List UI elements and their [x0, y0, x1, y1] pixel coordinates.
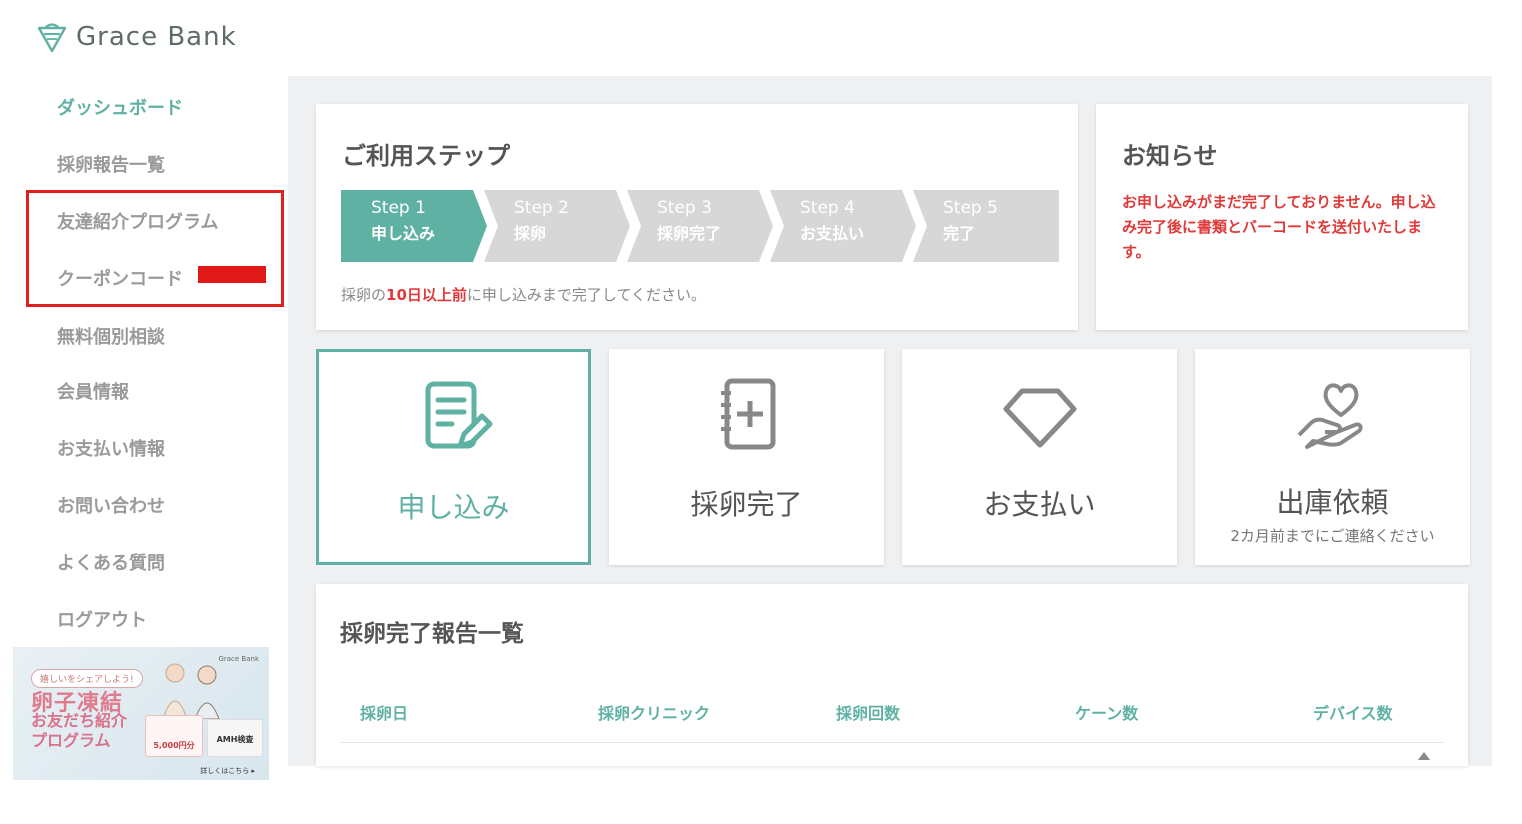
- step-note-pre: 採卵の: [341, 286, 387, 304]
- egg-retrieval-report-table: 採卵完了報告一覧 採卵日 採卵クリニック 採卵回数 ケーン数 デバイス数: [316, 584, 1468, 766]
- column-header-retrieval-count[interactable]: 採卵回数: [836, 700, 900, 724]
- usage-steps-card: ご利用ステップ Step 1 申し込み Step 2 採卵 Step 3 採卵完…: [316, 104, 1078, 330]
- column-header-device-count[interactable]: デバイス数: [1313, 700, 1393, 724]
- step-4: Step 4 お支払い: [770, 190, 916, 262]
- step-5: Step 5 完了: [913, 190, 1059, 262]
- notebook-plus-icon: [720, 378, 775, 450]
- step-2-number: Step 2: [514, 198, 569, 218]
- sidebar-item-member-info[interactable]: 会員情報: [57, 378, 129, 404]
- usage-steps-title: ご利用ステップ: [342, 142, 510, 170]
- action-egg-retrieval-complete-label: 採卵完了: [690, 488, 803, 521]
- sidebar-item-report-list[interactable]: 採卵報告一覧: [57, 151, 165, 177]
- step-4-number: Step 4: [800, 198, 855, 218]
- step-2-label: 採卵: [514, 224, 547, 243]
- action-apply-button[interactable]: 申し込み: [316, 349, 591, 565]
- action-apply-label: 申し込み: [397, 491, 510, 524]
- step-note-emphasis: 10日以上前: [386, 286, 467, 304]
- sidebar-item-logout[interactable]: ログアウト: [57, 606, 147, 632]
- step-2: Step 2 採卵: [484, 190, 630, 262]
- column-header-clinic[interactable]: 採卵クリニック: [598, 700, 710, 724]
- scroll-up-icon[interactable]: [1418, 752, 1430, 760]
- action-payment-button[interactable]: お支払い: [902, 349, 1177, 565]
- table-divider: [340, 742, 1444, 743]
- main-content: ご利用ステップ Step 1 申し込み Step 2 採卵 Step 3 採卵完…: [288, 76, 1492, 766]
- notice-title: お知らせ: [1122, 142, 1218, 170]
- report-table-title: 採卵完了報告一覧: [340, 621, 524, 647]
- annotation-highlight-box: [26, 190, 284, 307]
- step-1: Step 1 申し込み: [341, 190, 487, 262]
- brand-logo[interactable]: Grace Bank: [36, 20, 237, 54]
- heart-hand-icon: [1297, 383, 1363, 449]
- grace-bank-logo-icon: [37, 23, 67, 53]
- step-5-label: 完了: [943, 224, 976, 243]
- step-note: 採卵の10日以上前に申し込みまで完了してください。: [341, 284, 706, 305]
- illustration-people-icon: [162, 663, 220, 719]
- sidebar-item-payment-info[interactable]: お支払い情報: [57, 435, 165, 461]
- notice-message: お申し込みがまだ完了しておりません。申し込み完了後に書類とバーコードを送付いたし…: [1122, 193, 1436, 261]
- step-3-number: Step 3: [657, 198, 712, 218]
- document-edit-icon: [425, 381, 492, 449]
- step-3-label: 採卵完了: [657, 224, 722, 243]
- action-withdrawal-request-button[interactable]: 出庫依頼 2カ月前までにご連絡ください: [1195, 349, 1470, 565]
- banner-subtitle: お友だち紹介プログラム: [31, 711, 128, 750]
- notice-card: お知らせ お申し込みがまだ完了しておりません。申し込み完了後に書類とバーコードを…: [1096, 104, 1468, 330]
- step-1-number: Step 1: [371, 198, 426, 218]
- sidebar-item-faq[interactable]: よくある質問: [57, 549, 165, 575]
- sidebar-item-dashboard[interactable]: ダッシュボード: [57, 94, 183, 120]
- action-withdrawal-request-note: 2カ月前までにご連絡ください: [1230, 527, 1435, 545]
- step-note-post: に申し込みまで完了してください。: [466, 286, 706, 304]
- action-withdrawal-request-label: 出庫依頼: [1276, 486, 1389, 519]
- new-badge-redaction: [198, 266, 266, 283]
- action-egg-retrieval-complete-button[interactable]: 採卵完了: [609, 349, 884, 565]
- referral-banner[interactable]: Grace Bank 嬉しいをシェアしよう! 卵子凍結 お友だち紹介プログラム …: [13, 647, 269, 780]
- column-header-cane-count[interactable]: ケーン数: [1075, 700, 1138, 724]
- action-payment-label: お支払い: [983, 488, 1096, 521]
- banner-more-link[interactable]: 詳しくはこちら ▸: [200, 766, 255, 776]
- brand-name: Grace Bank: [76, 22, 237, 52]
- step-3: Step 3 採卵完了: [627, 190, 773, 262]
- step-4-label: お支払い: [800, 224, 865, 243]
- step-progress: Step 1 申し込み Step 2 採卵 Step 3 採卵完了 Step 4…: [341, 190, 1059, 262]
- step-1-label: 申し込み: [371, 224, 436, 243]
- diamond-icon: [1003, 388, 1076, 448]
- banner-amh-card: AMH検査: [207, 719, 263, 757]
- banner-gift-card: 5,000円分: [145, 715, 203, 757]
- column-header-retrieval-date[interactable]: 採卵日: [360, 700, 408, 724]
- step-5-number: Step 5: [943, 198, 998, 218]
- sidebar-item-contact[interactable]: お問い合わせ: [57, 492, 165, 518]
- sidebar-item-free-consultation[interactable]: 無料個別相談: [57, 323, 165, 349]
